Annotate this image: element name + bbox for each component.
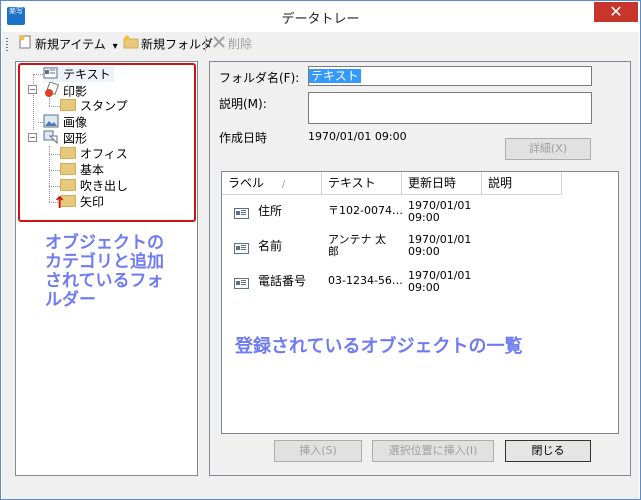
column-text[interactable]: テキスト (322, 172, 402, 194)
close-button[interactable]: 閉じる (505, 440, 591, 462)
new-folder-icon (123, 34, 139, 56)
created-date-value: 1970/01/01 09:00 (308, 130, 407, 143)
delete-label: 削除 (228, 37, 253, 51)
sort-indicator: / (281, 179, 286, 190)
row-text: 03-1234-56… (328, 274, 403, 287)
delete-icon (212, 35, 226, 55)
row-text: アンテナ 太 郎 (328, 233, 387, 258)
close-window-button[interactable]: ✕ (594, 2, 638, 22)
row-label: 電話番号 (258, 274, 307, 288)
detail-button[interactable]: 詳細(X) (505, 138, 591, 160)
annotation-arrow: ↑ (53, 193, 67, 212)
row-label: 名前 (258, 239, 283, 253)
folder-name-field[interactable]: テキスト (308, 66, 592, 86)
row-label: 住所 (258, 204, 283, 218)
new-item-icon (17, 34, 33, 56)
card-icon (234, 208, 249, 219)
list-row[interactable]: 電話番号 03-1234-56… 1970/01/01 09:00 (222, 269, 618, 306)
column-label-text: ラベル (228, 176, 265, 190)
new-folder-button[interactable]: 新規フォルダ (120, 34, 216, 54)
column-updated[interactable]: 更新日時 (402, 172, 482, 194)
object-list[interactable]: ラベル / テキスト 更新日時 説明 住所 〒102-0074… 1970/01… (221, 171, 619, 434)
created-date-label: 作成日時 (219, 131, 268, 145)
new-item-label: 新規アイテム (35, 37, 106, 52)
list-header: ラベル / テキスト 更新日時 説明 (222, 172, 562, 195)
card-icon (234, 243, 249, 254)
list-row[interactable]: 名前 アンテナ 太 郎 1970/01/01 09:00 (222, 233, 618, 271)
list-annotation: 登録されているオブジェクトの一覧 (235, 336, 523, 357)
list-row[interactable]: 住所 〒102-0074… 1970/01/01 09:00 (222, 199, 618, 236)
folder-name-value: テキスト (309, 69, 361, 83)
insert-button[interactable]: 挿入(S) (274, 440, 362, 462)
delete-button[interactable]: 削除 (209, 34, 255, 54)
tree-annotation: オブジェクトの カテゴリと追加 されているフォ ルダー (45, 233, 164, 310)
row-updated: 1970/01/01 09:00 (408, 199, 472, 224)
description-field[interactable] (308, 92, 592, 124)
folder-name-label: フォルダ名(F): (219, 71, 300, 85)
new-folder-label: 新規フォルダ (141, 37, 214, 52)
app-window: 楽写 データトレー ✕ 新規アイテム ▾ 新規フォルダ 削除 − − テキスト … (0, 0, 641, 500)
window-title: データトレー (281, 12, 360, 27)
insert-at-selection-button[interactable]: 選択位置に挿入(I) (372, 440, 494, 462)
detail-panel: フォルダ名(F): テキスト 説明(M): 作成日時 1970/01/01 09… (209, 61, 631, 476)
title-bar[interactable]: 楽写 データトレー ✕ (1, 1, 640, 31)
row-updated: 1970/01/01 09:00 (408, 233, 472, 258)
new-item-button[interactable]: 新規アイテム ▾ (14, 34, 121, 54)
description-label: 説明(M): (219, 97, 267, 111)
chevron-down-icon[interactable]: ▾ (113, 41, 118, 52)
row-text: 〒102-0074… (328, 204, 403, 217)
card-icon (234, 278, 249, 289)
column-label[interactable]: ラベル / (222, 172, 322, 194)
category-tree[interactable]: − − テキスト 印影 スタンプ 画像 図形 オフィス 基本 吹き出し 矢印 ↑… (15, 61, 198, 476)
row-updated: 1970/01/01 09:00 (408, 269, 472, 294)
toolbar: 新規アイテム ▾ 新規フォルダ 削除 (2, 32, 639, 56)
client-area: − − テキスト 印影 スタンプ 画像 図形 オフィス 基本 吹き出し 矢印 ↑… (2, 56, 639, 499)
toolbar-separator (205, 36, 206, 52)
column-description[interactable]: 説明 (482, 172, 562, 194)
highlight-frame (18, 63, 196, 222)
toolbar-grip[interactable] (6, 38, 8, 51)
